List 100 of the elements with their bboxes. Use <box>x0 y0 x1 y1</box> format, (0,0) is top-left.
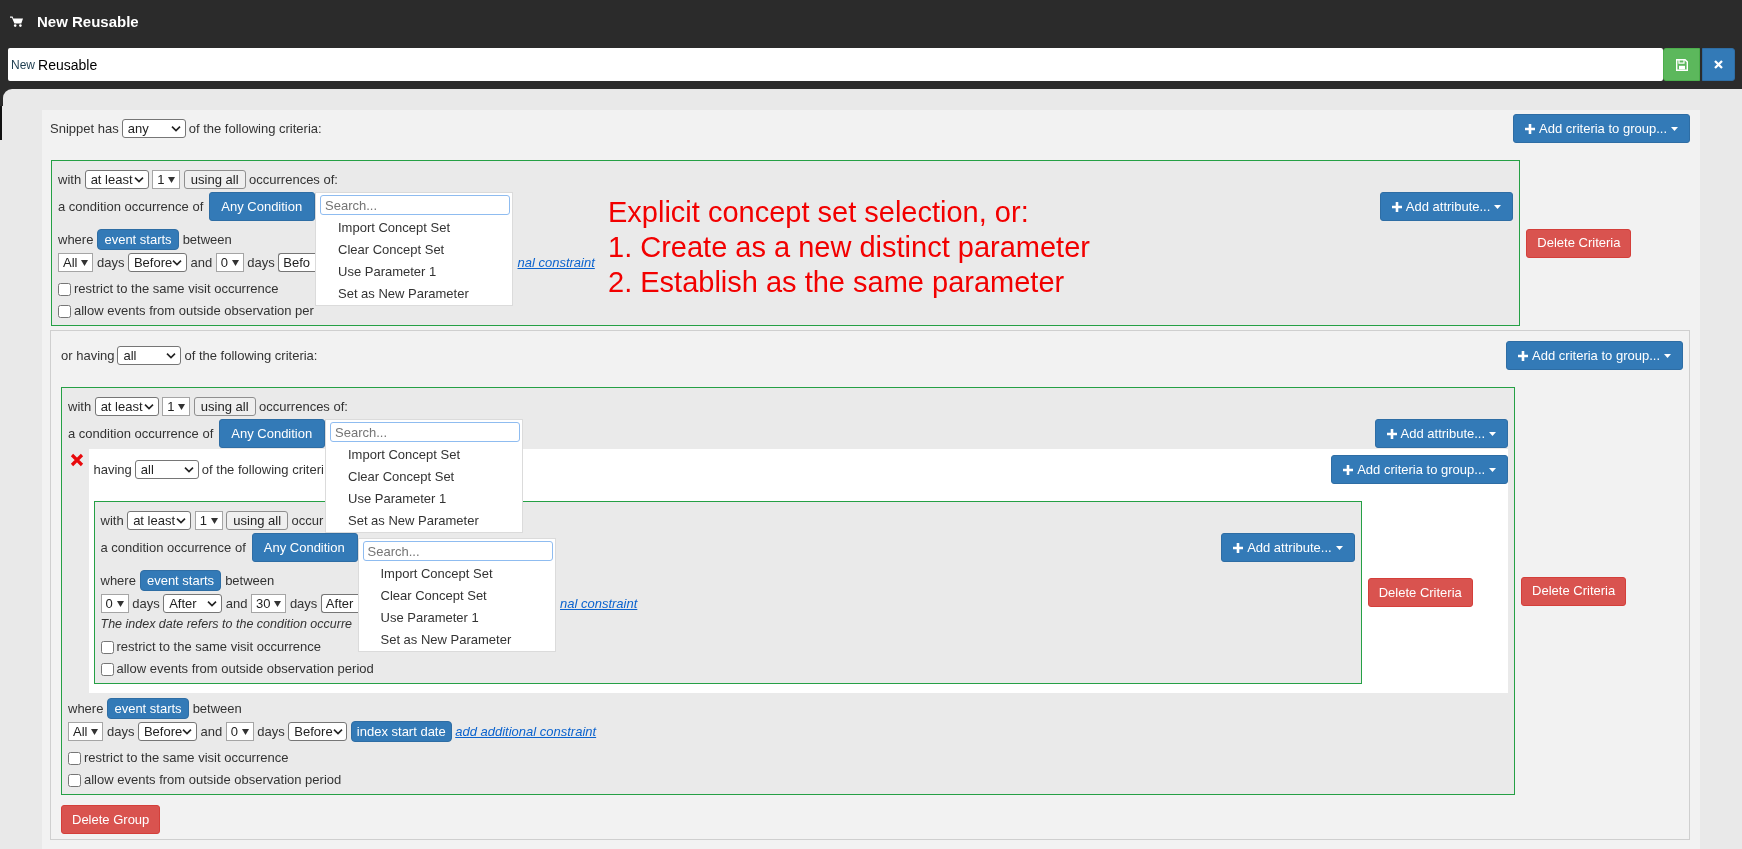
chevron-icon <box>332 728 343 735</box>
checkbox[interactable] <box>68 773 81 787</box>
label: occurrences of: <box>249 171 338 188</box>
constraint-link[interactable]: add additional constraint <box>455 724 597 739</box>
menu-item[interactable]: Use Parameter 1 <box>316 261 512 283</box>
days-select[interactable]: 30 <box>250 594 287 613</box>
label: and <box>190 254 213 271</box>
add-criteria-button[interactable]: Add criteria to group... <box>1331 455 1509 484</box>
checkbox-label: allow events from outside observation per <box>74 303 314 319</box>
delete-criteria-button[interactable]: Delete Criteria <box>1367 578 1473 607</box>
caret-icon <box>1494 204 1502 209</box>
label: and <box>225 595 248 612</box>
plus-icon <box>1386 428 1397 439</box>
count-select[interactable]: 1 <box>152 170 181 189</box>
add-attribute-button[interactable]: Add attribute... <box>1379 192 1514 221</box>
constraint-link[interactable]: nal constraint <box>560 596 638 611</box>
menu-item[interactable]: Use Parameter 1 <box>326 488 522 510</box>
direction-select[interactable]: After <box>163 594 223 613</box>
label: a condition occurrence of <box>58 198 204 215</box>
remove-icon[interactable] <box>69 453 84 467</box>
using-all-button[interactable]: using all <box>183 170 246 189</box>
quantity-select[interactable]: at least <box>94 397 159 416</box>
label: where <box>58 231 94 248</box>
date-field-button[interactable]: event starts <box>97 229 179 250</box>
menu-item[interactable]: Set as New Parameter <box>316 283 512 305</box>
concept-set-button[interactable]: Any Condition <box>251 533 358 562</box>
chevron-icon <box>207 600 218 607</box>
chevron-icon <box>176 517 187 524</box>
close-button[interactable] <box>1702 48 1735 81</box>
menu-item[interactable]: Import Concept Set <box>358 563 555 585</box>
caret-icon <box>1489 467 1497 472</box>
count-select[interactable]: 1 <box>162 397 191 416</box>
label: days <box>106 723 135 740</box>
plus-icon <box>1233 542 1244 553</box>
plus-icon <box>1525 123 1536 134</box>
caret-icon <box>116 600 124 607</box>
using-all-button[interactable]: using all <box>193 397 256 416</box>
checkbox[interactable] <box>58 282 71 296</box>
match-select[interactable]: all <box>117 346 182 365</box>
concept-set-button[interactable]: Any Condition <box>219 419 325 448</box>
add-criteria-button[interactable]: Add criteria to group... <box>1513 114 1690 143</box>
caret-icon <box>1664 353 1671 358</box>
using-all-button[interactable]: using all <box>226 511 289 530</box>
days-select[interactable]: 0 <box>100 594 129 613</box>
label: days <box>247 254 275 271</box>
annotation-text: 2. Establish as the same parameter <box>608 265 1066 300</box>
checkbox[interactable] <box>100 640 114 654</box>
menu-item[interactable]: Clear Concept Set <box>326 466 522 488</box>
menu-item[interactable]: Import Concept Set <box>316 217 512 239</box>
add-criteria-button[interactable]: Add criteria to group... <box>1506 341 1683 370</box>
label: where <box>100 572 136 589</box>
checkbox[interactable] <box>58 304 71 318</box>
save-button[interactable] <box>1663 48 1700 81</box>
days-select[interactable]: 0 <box>225 722 254 741</box>
days-select[interactable]: All <box>58 253 94 272</box>
add-attribute-button[interactable]: Add attribute... <box>1221 533 1355 562</box>
search-field[interactable]: Search... <box>330 422 520 442</box>
match-select[interactable]: all <box>134 460 199 479</box>
add-attribute-button[interactable]: Add attribute... <box>1374 419 1509 448</box>
note-text: The index date refers to the condition occurre <box>100 616 353 633</box>
caret-icon <box>210 517 218 524</box>
cart-icon <box>10 15 23 27</box>
direction-select[interactable]: Befo <box>278 253 315 272</box>
index-date-button[interactable]: index start date <box>350 721 452 742</box>
menu-item[interactable]: Clear Concept Set <box>316 239 512 261</box>
match-select[interactable]: any <box>121 119 186 138</box>
direction-select[interactable]: Before <box>127 253 187 272</box>
label: occur <box>291 512 324 529</box>
menu-item[interactable]: Import Concept Set <box>326 444 522 466</box>
delete-criteria-button[interactable]: Delete Criteria <box>1526 228 1632 258</box>
direction-select[interactable]: After <box>320 594 358 613</box>
delete-group-button[interactable]: Delete Group <box>61 805 161 834</box>
days-select[interactable]: All <box>68 722 104 741</box>
checkbox-label: restrict to the same visit occurrence <box>116 639 321 655</box>
checkbox[interactable] <box>100 662 114 676</box>
menu-item[interactable]: Clear Concept Set <box>358 585 555 607</box>
menu-item[interactable]: Use Parameter 1 <box>358 607 555 629</box>
name-field[interactable]: New Reusable <box>8 48 1663 81</box>
search-field[interactable]: Search... <box>362 541 553 561</box>
direction-select[interactable]: Before <box>137 722 197 741</box>
menu-item[interactable]: Set as New Parameter <box>326 510 522 532</box>
count-select[interactable]: 1 <box>194 511 223 530</box>
close-icon <box>1714 60 1723 69</box>
label: a condition occurrence of <box>68 425 214 442</box>
date-field-button[interactable]: event starts <box>139 570 222 591</box>
label: a condition occurrence of <box>100 539 246 556</box>
quantity-select[interactable]: at least <box>127 511 192 530</box>
chevron-icon <box>172 259 183 266</box>
days-select[interactable]: 0 <box>215 253 244 272</box>
menu-item[interactable]: Set as New Parameter <box>358 629 555 651</box>
checkbox[interactable] <box>68 751 81 765</box>
constraint-link[interactable]: nal constraint <box>517 255 595 270</box>
date-field-button[interactable]: event starts <box>107 698 189 719</box>
delete-criteria-button[interactable]: Delete Criteria <box>1521 576 1627 606</box>
quantity-select[interactable]: at least <box>84 170 149 189</box>
search-field[interactable]: Search... <box>320 195 510 215</box>
direction-select[interactable]: Before <box>288 722 348 741</box>
plus-icon <box>1391 201 1402 212</box>
concept-set-button[interactable]: Any Condition <box>209 192 315 221</box>
label: between <box>192 700 242 717</box>
